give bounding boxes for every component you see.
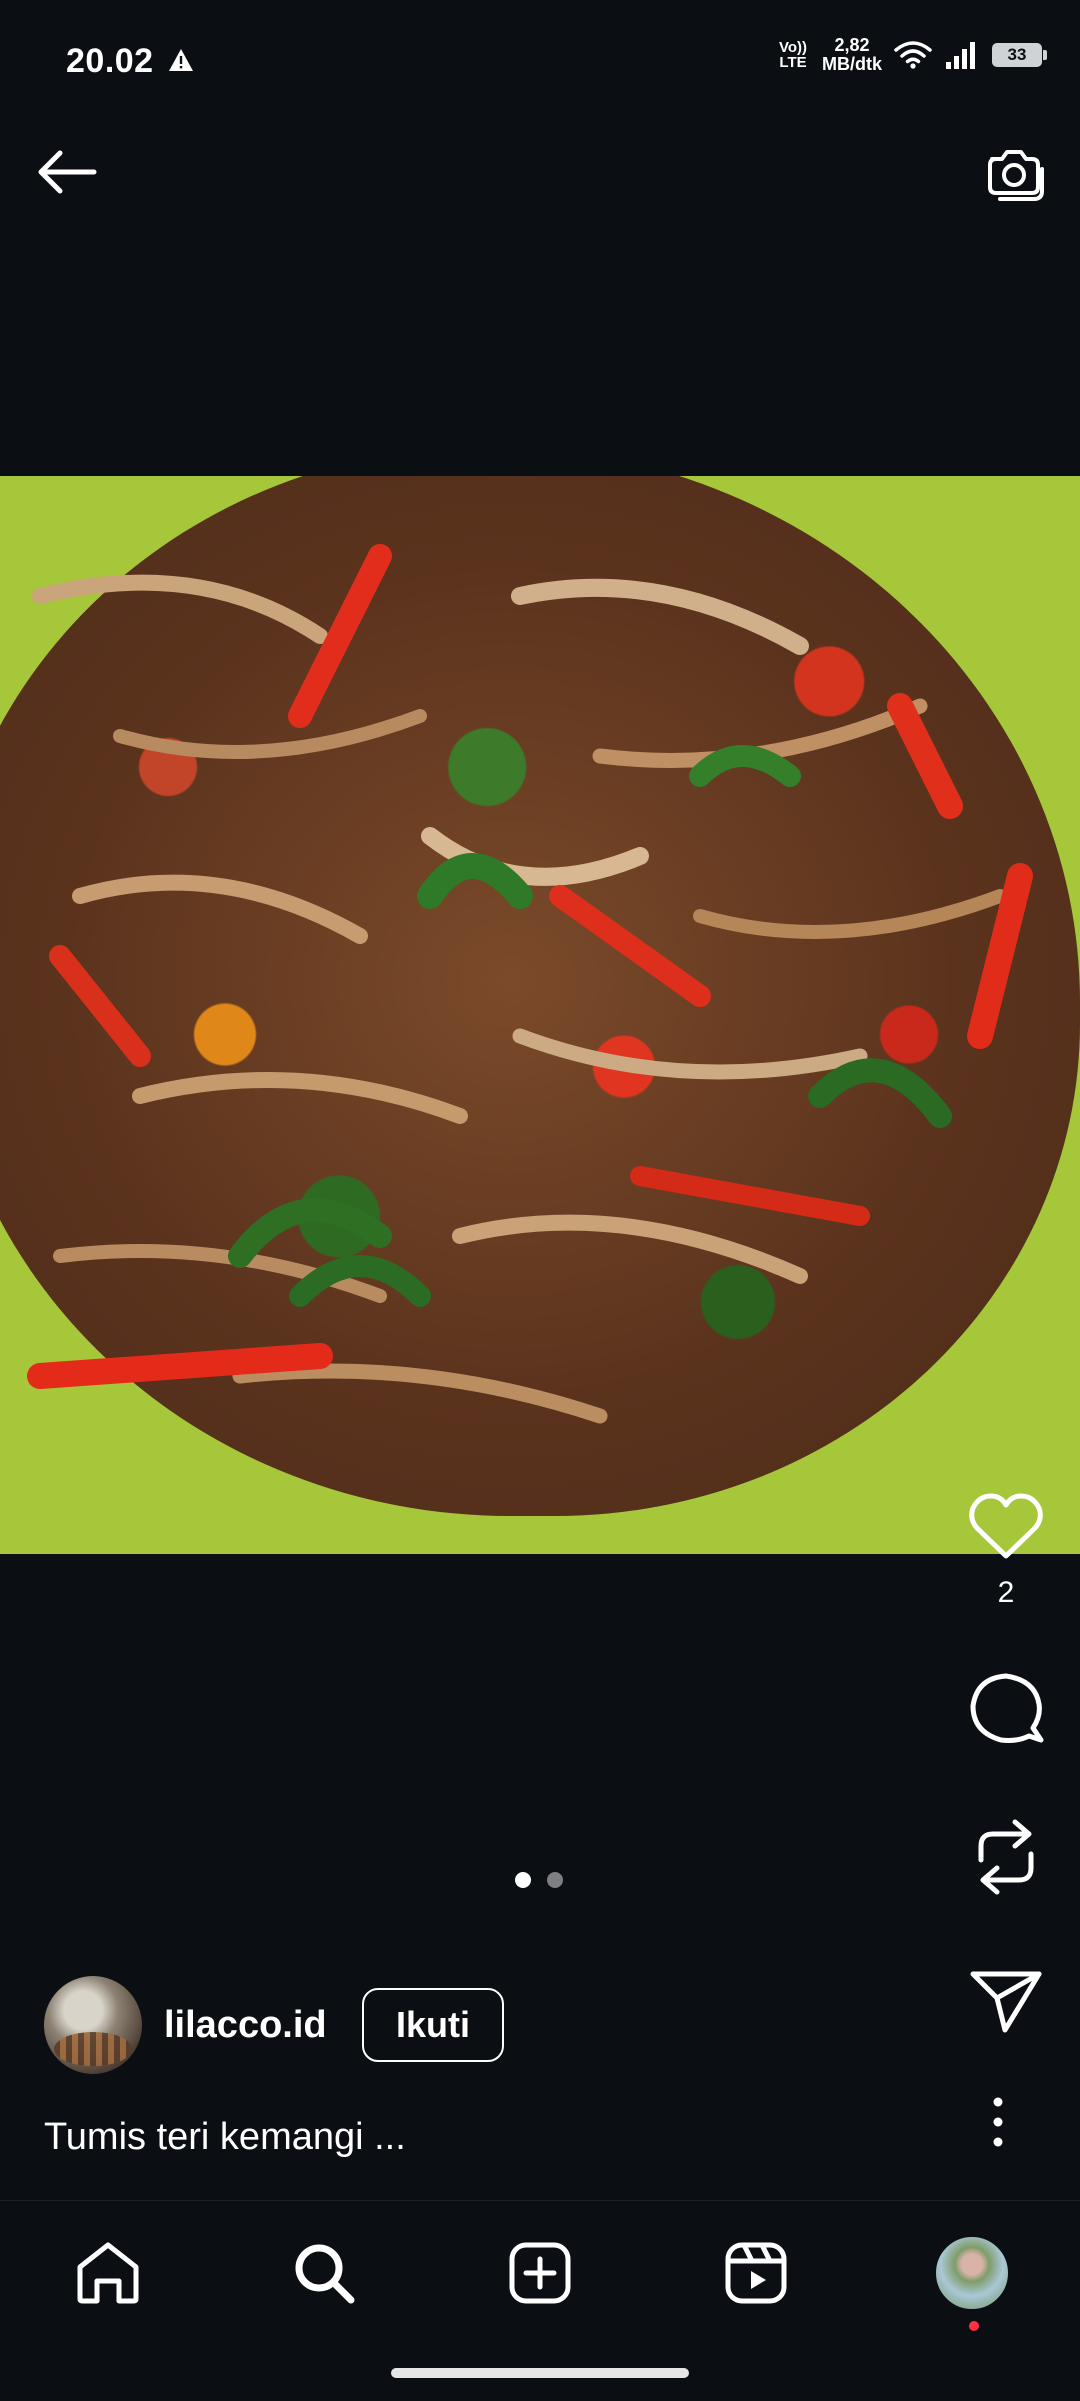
arrow-left-icon	[38, 150, 97, 194]
nav-reels[interactable]	[716, 2233, 796, 2313]
signal-icon	[946, 42, 975, 69]
status-icons: Vo)) LTE 2,82 MB/dtk 33	[776, 36, 1047, 74]
nav-search[interactable]	[284, 2233, 364, 2313]
nav-create[interactable]	[500, 2233, 580, 2313]
repost-button[interactable]	[956, 1816, 1056, 1898]
comment-button[interactable]	[956, 1670, 1056, 1748]
carousel-dot-2	[547, 1872, 563, 1888]
post-image[interactable]	[0, 476, 1080, 1554]
more-vertical-icon[interactable]	[978, 2092, 1018, 2152]
create-icon	[509, 2242, 571, 2304]
search-icon	[295, 2244, 355, 2304]
battery-indicator: 33	[992, 43, 1047, 67]
like-count[interactable]: 2	[998, 1576, 1015, 1610]
send-icon	[970, 1971, 1042, 2033]
volte-indicator: Vo)) LTE	[776, 40, 810, 70]
repost-icon	[978, 1819, 1034, 1895]
network-speed-unit: MB/dtk	[822, 54, 882, 74]
author-username[interactable]: lilacco.id	[164, 2004, 327, 2047]
top-toolbar	[0, 92, 1080, 252]
comment-icon	[970, 1673, 1044, 1743]
nav-home[interactable]	[68, 2233, 148, 2313]
network-speed-value: 2,82	[834, 35, 870, 55]
profile-avatar	[934, 2235, 1010, 2311]
status-time: 20.02	[66, 42, 154, 80]
lte-label: LTE	[779, 54, 807, 71]
volte-label: Vo))	[778, 39, 808, 56]
heart-icon	[969, 1493, 1043, 1559]
gesture-bar[interactable]	[391, 2368, 689, 2378]
author-avatar[interactable]	[44, 1976, 142, 2074]
share-button[interactable]	[956, 1966, 1056, 2036]
follow-button[interactable]: Ikuti	[362, 1988, 504, 2062]
network-speed: 2,82 MB/dtk	[822, 36, 882, 74]
food-texture	[27, 544, 1033, 1424]
like-button[interactable]: 2	[956, 1490, 1056, 1610]
camera-icon	[988, 150, 1044, 201]
carousel-dot-1	[515, 1872, 531, 1888]
warning-icon	[169, 49, 193, 71]
post-caption[interactable]: Tumis teri kemangi ...	[44, 2116, 406, 2159]
notification-dot	[969, 2321, 979, 2331]
carousel-indicator	[515, 1872, 563, 1888]
home-icon	[77, 2242, 139, 2304]
wifi-icon	[894, 41, 932, 69]
nav-profile[interactable]	[932, 2233, 1012, 2331]
status-bar: 20.02 Vo)) LTE 2,82 MB/dtk 33	[0, 0, 1080, 92]
reels-icon	[725, 2242, 787, 2304]
camera-button[interactable]	[978, 137, 1050, 209]
back-button[interactable]	[30, 142, 104, 202]
